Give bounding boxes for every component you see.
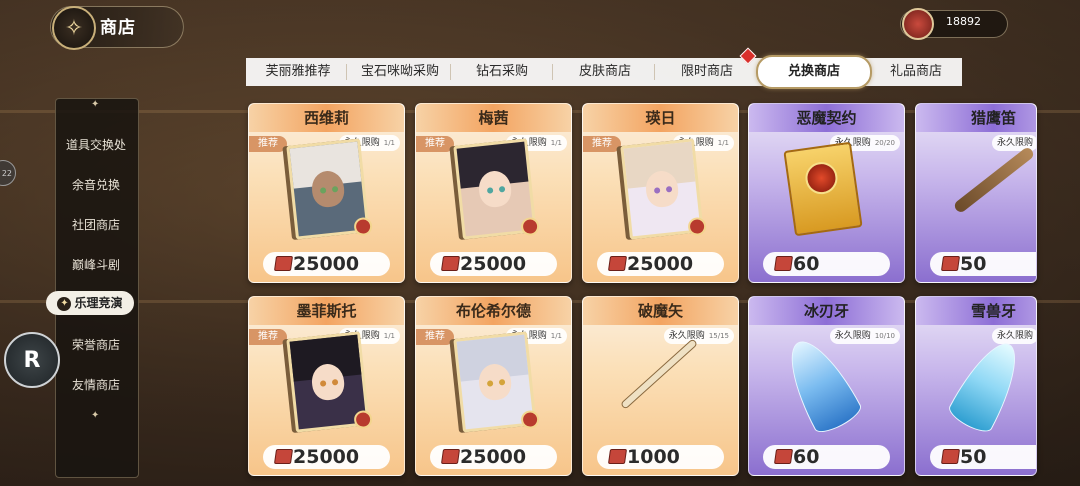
- tab-gem-purchase[interactable]: 宝石咪呦采购: [352, 58, 448, 86]
- purchase-limit: 永久限购: [992, 328, 1036, 344]
- recommend-badge: 推荐: [416, 136, 454, 152]
- price-value: 60: [793, 253, 820, 275]
- tab-exchange-shop[interactable]: 兑换商店: [756, 55, 872, 89]
- r-menu-button[interactable]: R: [4, 332, 60, 388]
- price-value: 25000: [293, 253, 360, 275]
- price-value: 1000: [627, 446, 680, 468]
- shop-logo-icon[interactable]: ✧: [52, 6, 96, 50]
- price-value: 25000: [460, 253, 527, 275]
- shop-card-demon-arrow[interactable]: 破魔矢 永久限购 15/15 1000: [582, 296, 739, 476]
- character-portrait-icon: [620, 138, 708, 240]
- shop-card-demon-contract[interactable]: 恶魔契约 永久限购 20/20 60: [748, 103, 905, 283]
- shop-card-snow-beast-fang[interactable]: 雪兽牙 永久限购 50: [915, 296, 1037, 476]
- sidebar-item-item-exchange[interactable]: 道具交换处: [55, 136, 137, 153]
- currency-gem-icon: [902, 8, 934, 40]
- recommend-badge: 推荐: [416, 329, 454, 345]
- sidebar-item-label: 乐理竞演: [74, 296, 123, 310]
- card-title: 墨菲斯托: [249, 297, 404, 325]
- card-title: 瑛日: [583, 104, 738, 132]
- currency-gem-icon: [440, 256, 461, 271]
- currency-gem-icon: [607, 256, 628, 271]
- sidebar-item-club-shop[interactable]: 社团商店: [55, 216, 137, 233]
- currency-gem-icon: [773, 256, 794, 271]
- currency-gem-icon: [273, 256, 294, 271]
- shop-card-meixi[interactable]: 梅茜 推荐 永久限购 1/1 25000: [415, 103, 572, 283]
- tab-freya-recommend[interactable]: 芙丽雅推荐: [252, 58, 344, 86]
- shop-card-falcon-flute[interactable]: 猎鹰笛 永久限购 50: [915, 103, 1037, 283]
- purchase-limit: 永久限购 10/10: [829, 328, 900, 344]
- tab-gift-shop[interactable]: 礼品商店: [872, 58, 960, 86]
- tab-divider: [450, 64, 451, 80]
- sidebar-item-peak-duel[interactable]: 巅峰斗剧: [55, 256, 137, 273]
- card-title: 冰刃牙: [749, 297, 904, 325]
- card-title: 雪兽牙: [916, 297, 1036, 325]
- sidebar-item-friendship-shop[interactable]: 友情商店: [55, 376, 137, 393]
- page-title: 商店: [100, 18, 136, 38]
- shop-card-sylvie[interactable]: 西维莉 推荐 永久限购 1/1 25000: [248, 103, 405, 283]
- card-title: 猎鹰笛: [916, 104, 1036, 132]
- shop-card-ice-fang[interactable]: 冰刃牙 永久限购 10/10 60: [748, 296, 905, 476]
- price-value: 25000: [627, 253, 694, 275]
- character-portrait-icon: [286, 138, 374, 240]
- currency-value: 18892: [946, 15, 981, 28]
- currency-gem-icon: [273, 449, 294, 464]
- card-title: 布伦希尔德: [416, 297, 571, 325]
- card-title: 破魔矢: [583, 297, 738, 325]
- recommend-badge: 推荐: [249, 329, 287, 345]
- tab-divider: [346, 64, 347, 80]
- ice-fang-icon: [774, 330, 866, 438]
- character-portrait-icon: [286, 331, 374, 433]
- shop-card-yingri[interactable]: 瑛日 推荐 永久限购 1/1 25000: [582, 103, 739, 283]
- card-title: 恶魔契约: [749, 104, 904, 132]
- ornament-icon: ✦: [91, 99, 100, 110]
- sidebar-item-honor-shop[interactable]: 荣誉商店: [55, 336, 137, 353]
- price-value: 60: [793, 446, 820, 468]
- star-icon: ✦: [57, 296, 72, 311]
- purchase-limit: 永久限购 15/15: [663, 328, 734, 344]
- shop-card-brunhilde[interactable]: 布伦希尔德 推荐 永久限购 1/1 25000: [415, 296, 572, 476]
- tab-diamond-purchase[interactable]: 钻石采购: [456, 58, 548, 86]
- character-portrait-icon: [453, 138, 541, 240]
- snow-fang-icon: [945, 333, 1031, 437]
- currency-gem-icon: [440, 449, 461, 464]
- sidebar-item-echo-exchange[interactable]: 余音兑换: [55, 176, 137, 193]
- character-portrait-icon: [453, 331, 541, 433]
- tab-limited-shop[interactable]: 限时商店: [660, 58, 754, 86]
- arrow-icon: [621, 339, 697, 409]
- shop-sidebar: [55, 98, 139, 478]
- tab-skin-shop[interactable]: 皮肤商店: [558, 58, 652, 86]
- tab-divider: [552, 64, 553, 80]
- ornament-icon: ✦: [91, 410, 100, 421]
- shop-card-mephisto[interactable]: 墨菲斯托 推荐 永久限购 1/1 25000: [248, 296, 405, 476]
- currency-gem-icon: [773, 449, 794, 464]
- recommend-badge: 推荐: [249, 136, 287, 152]
- currency-gem-icon: [940, 449, 961, 464]
- currency-gem-icon: [607, 449, 628, 464]
- recommend-badge: 推荐: [583, 136, 621, 152]
- tab-divider: [654, 64, 655, 80]
- currency-gem-icon: [940, 256, 961, 271]
- card-title: 西维莉: [249, 104, 404, 132]
- price-value: 50: [960, 446, 987, 468]
- flute-icon: [952, 145, 1036, 215]
- price-value: 25000: [460, 446, 527, 468]
- price-value: 25000: [293, 446, 360, 468]
- price-value: 50: [960, 253, 987, 275]
- demon-contract-icon: [783, 141, 863, 237]
- sidebar-item-music-contest[interactable]: ✦ 乐理竞演: [46, 291, 134, 315]
- card-title: 梅茜: [416, 104, 571, 132]
